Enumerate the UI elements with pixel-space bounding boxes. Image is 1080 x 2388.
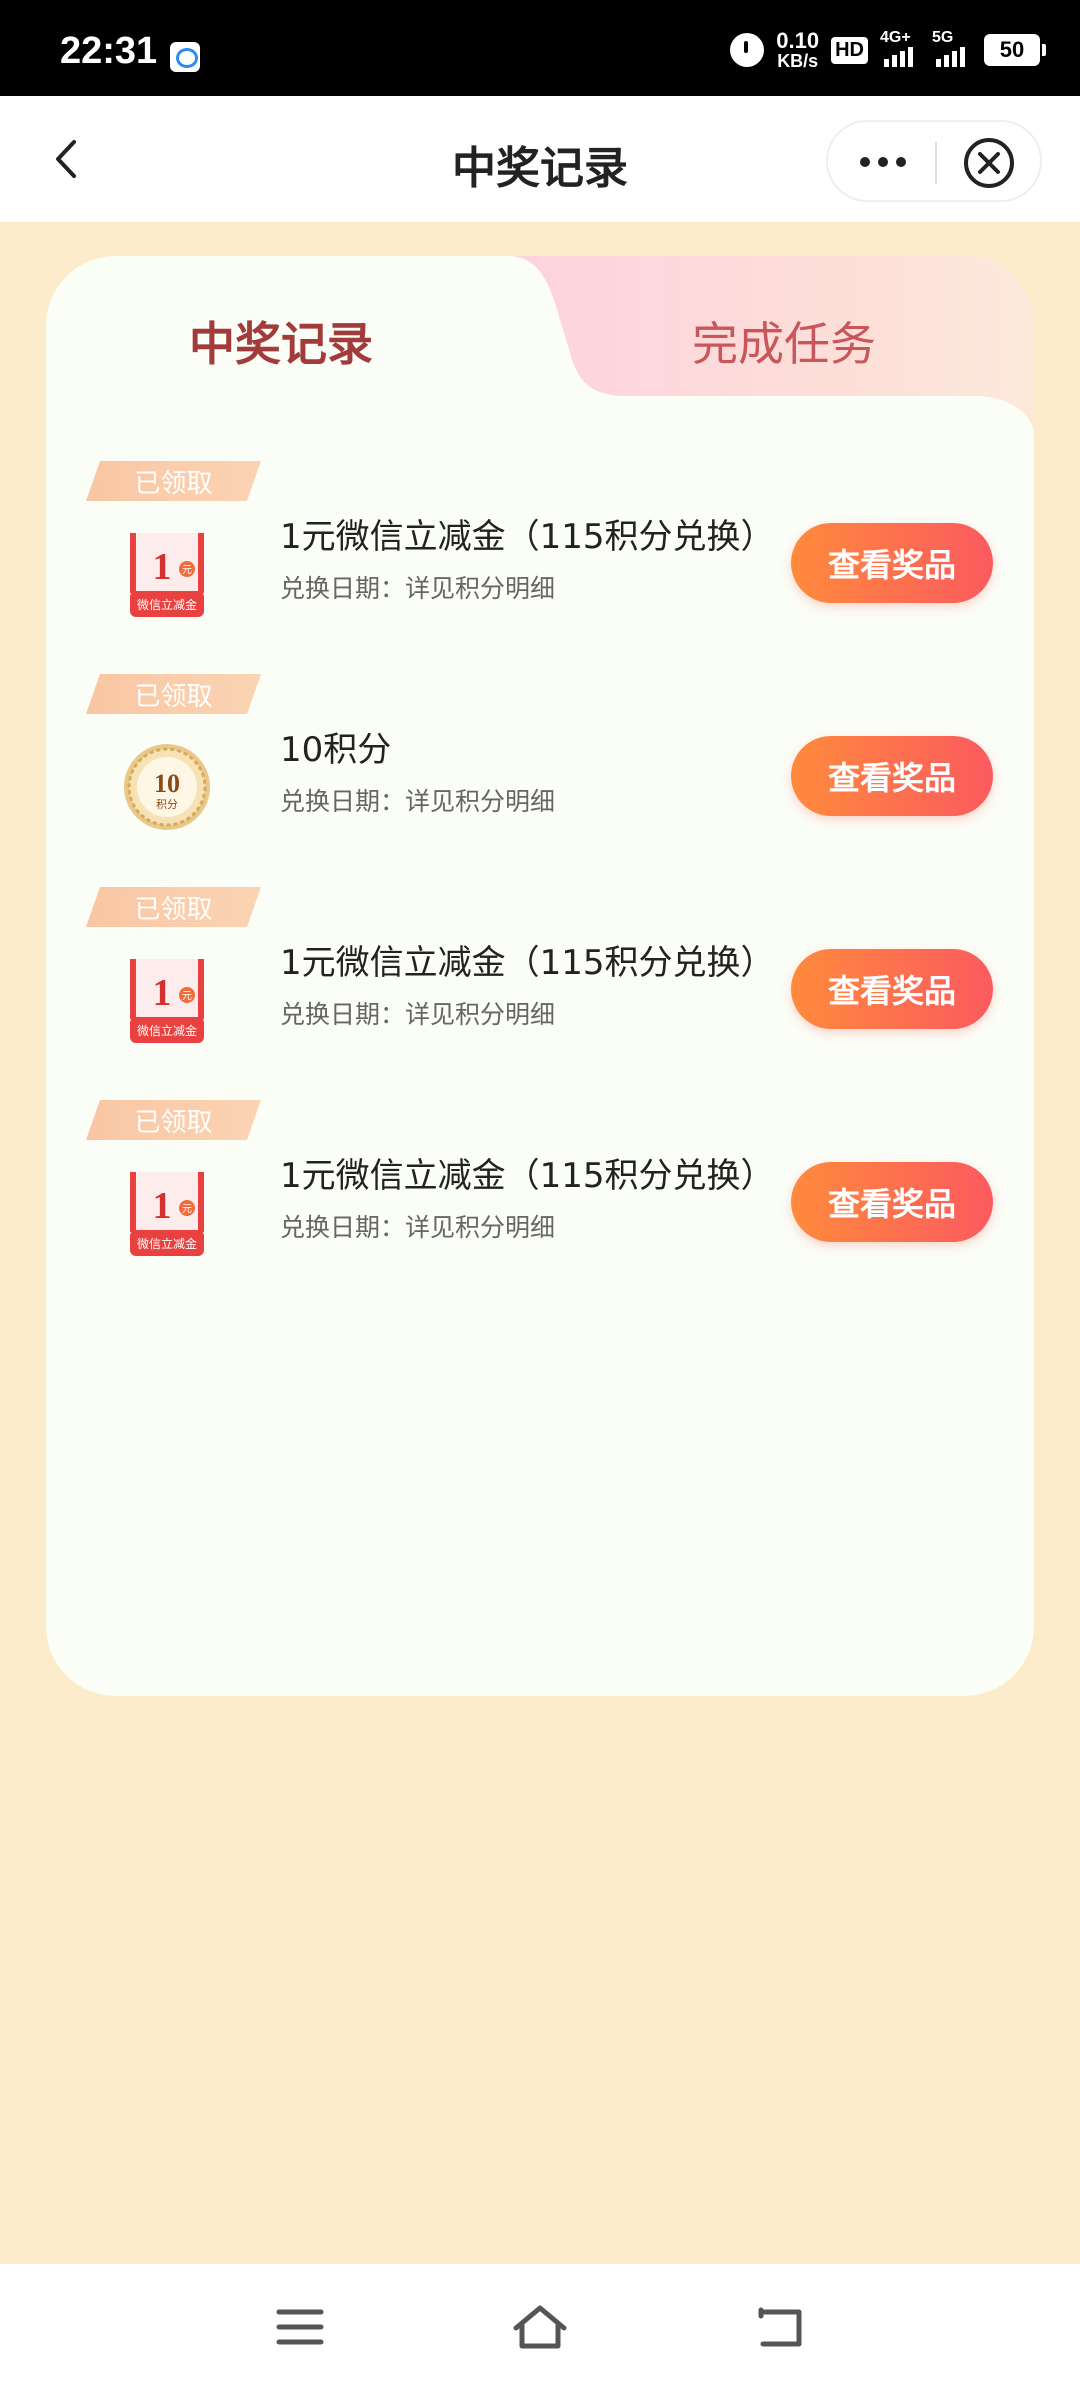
more-icon[interactable] <box>850 146 916 178</box>
prize-date: 兑换日期：详见积分明细 <box>280 574 556 603</box>
back-nav-icon[interactable] <box>755 2304 805 2350</box>
signal-4g-label: 4G+ <box>880 29 911 46</box>
prize-date: 兑换日期：详见积分明细 <box>280 1213 556 1242</box>
system-nav-bar <box>0 2264 1080 2388</box>
prize-date: 兑换日期：详见积分明细 <box>280 787 556 816</box>
prize-name: 1元微信立减金（115积分兑换） <box>280 517 775 557</box>
prize-name: 10积分 <box>280 730 392 770</box>
view-prize-button[interactable]: 查看奖品 <box>791 949 993 1029</box>
network-speed-value: 0.10 <box>776 28 820 53</box>
signal-5g-label: 5G <box>932 29 954 46</box>
claimed-badge: 已领取 <box>86 1100 261 1140</box>
coupon-amount: 1 <box>153 972 172 1014</box>
status-icons: 0.10 KB/s HD 4G+ 5G 50 <box>730 26 1046 74</box>
battery-icon: 50 <box>984 34 1046 66</box>
alarm-icon <box>730 33 765 67</box>
message-app-icon <box>170 42 200 72</box>
coupon-caption: 微信立减金 <box>137 1236 197 1251</box>
wechat-coupon-icon: 1 元 微信立减金 <box>130 1172 204 1256</box>
network-speed-unit: KB/s <box>777 51 819 71</box>
network-speed: 0.10 KB/s <box>776 28 820 71</box>
home-icon[interactable] <box>510 2304 570 2350</box>
coupon-amount: 1 <box>153 1185 172 1227</box>
mini-program-capsule <box>826 120 1042 202</box>
status-time: 22:31 <box>60 30 158 72</box>
list-item: 已领取 1 元 微信立减金 1元微信立减金（115积分兑换） 兑换日期：详见积分… <box>46 461 1034 674</box>
signal-4g-icon: 4G+ <box>880 29 920 67</box>
claimed-badge: 已领取 <box>86 674 261 714</box>
wechat-coupon-icon: 1 元 微信立减金 <box>130 533 204 617</box>
view-prize-button[interactable]: 查看奖品 <box>791 1162 993 1242</box>
claimed-badge: 已领取 <box>86 887 261 927</box>
list-item: 已领取 1 元 微信立减金 1元微信立减金（115积分兑换） 兑换日期：详见积分… <box>46 887 1034 1100</box>
capsule-divider <box>935 142 937 184</box>
nav-bar: 中奖记录 <box>0 96 1080 222</box>
close-icon[interactable] <box>962 136 1016 190</box>
coin-amount: 10 <box>154 769 180 798</box>
prize-name: 1元微信立减金（115积分兑换） <box>280 943 775 983</box>
status-bar: 22:31 0.10 KB/s HD 4G+ 5G 50 <box>0 0 1080 96</box>
points-coin-icon: 10 积分 <box>124 744 210 830</box>
menu-icon[interactable] <box>275 2304 325 2350</box>
coupon-caption: 微信立减金 <box>137 597 197 612</box>
view-prize-button[interactable]: 查看奖品 <box>791 523 993 603</box>
prize-date: 兑换日期：详见积分明细 <box>280 1000 556 1029</box>
wechat-coupon-icon: 1 元 微信立减金 <box>130 959 204 1043</box>
coupon-unit: 元 <box>182 991 192 1002</box>
hd-icon: HD <box>831 36 868 64</box>
list-item: 已领取 1 元 微信立减金 1元微信立减金（115积分兑换） 兑换日期：详见积分… <box>46 1100 1034 1313</box>
coupon-caption: 微信立减金 <box>137 1023 197 1038</box>
tab-win-records[interactable]: 中奖记录 <box>46 308 516 374</box>
coupon-amount: 1 <box>153 546 172 588</box>
view-prize-button[interactable]: 查看奖品 <box>791 736 993 816</box>
list-item: 已领取 10 积分 10积分 兑换日期：详见积分明细 查看奖品 <box>46 674 1034 887</box>
tab-complete-tasks[interactable]: 完成任务 <box>534 308 1034 374</box>
records-list: 已领取 1 元 微信立减金 1元微信立减金（115积分兑换） 兑换日期：详见积分… <box>46 461 1034 1313</box>
coupon-unit: 元 <box>182 1204 192 1215</box>
signal-5g-icon: 5G <box>932 29 972 67</box>
coupon-unit: 元 <box>182 565 192 576</box>
claimed-badge: 已领取 <box>86 461 261 501</box>
records-card: 中奖记录 完成任务 已领取 1 元 微信立减金 1元微信立减金（115积分兑换）… <box>46 256 1034 1696</box>
prize-name: 1元微信立减金（115积分兑换） <box>280 1156 775 1196</box>
coin-caption: 积分 <box>156 798 178 811</box>
